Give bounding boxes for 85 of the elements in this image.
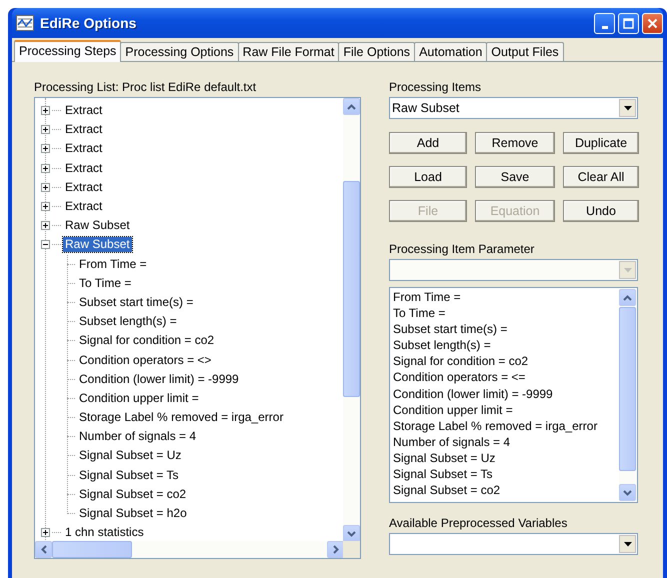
- expand-icon[interactable]: [41, 221, 50, 230]
- action-button[interactable]: Undo: [563, 200, 639, 222]
- tab[interactable]: Automation: [414, 42, 488, 61]
- tab[interactable]: Raw File Format: [238, 42, 340, 61]
- scroll-left-button[interactable]: [35, 541, 52, 558]
- tree-item[interactable]: Raw Subset: [63, 237, 132, 252]
- available-variables-label: Available Preprocessed Variables: [389, 516, 568, 530]
- dropdown-arrow-icon: [624, 106, 632, 110]
- tab[interactable]: Output Files: [486, 42, 564, 61]
- tree-item[interactable]: Signal for condition = co2: [77, 333, 216, 348]
- parameter-line: From Time =: [393, 289, 462, 306]
- parameter-label: Processing Item Parameter: [389, 242, 536, 256]
- parameter-line: Subset start time(s) =: [393, 321, 508, 338]
- app-icon: [16, 15, 34, 31]
- parameter-line: Subset length(s) =: [393, 337, 492, 354]
- expand-icon[interactable]: [41, 106, 50, 116]
- parameter-line: Signal for condition = co2: [393, 353, 530, 370]
- tree-item[interactable]: Extract: [63, 160, 104, 176]
- tree-item[interactable]: Extract: [63, 103, 104, 118]
- tree-item[interactable]: 1 chn statistics: [63, 525, 146, 540]
- tree-item[interactable]: Extract: [63, 141, 104, 156]
- expand-icon[interactable]: [41, 202, 50, 212]
- tree-item[interactable]: Signal Subset = Ts: [77, 468, 181, 483]
- tree-item[interactable]: Extract: [63, 199, 104, 214]
- dropdown-arrow-icon: [624, 542, 632, 546]
- processing-list-label: Processing List: Proc list EdiRe default.txt: [34, 80, 258, 94]
- maximize-button[interactable]: [618, 12, 639, 34]
- tree-item[interactable]: Subset start time(s) =: [77, 294, 196, 310]
- tree-item[interactable]: Signal Subset = h2o: [77, 506, 189, 522]
- parameter-line: Condition operators = <=: [393, 369, 526, 386]
- scrollbar-thumb[interactable]: [343, 181, 360, 397]
- parameter-line: Signal Subset = Ts: [393, 466, 494, 482]
- parameter-line: Condition (lower limit) = -9999: [393, 386, 554, 402]
- tree-item[interactable]: Raw Subset: [63, 218, 132, 234]
- parameter-line: Signal Subset = co2: [393, 482, 502, 498]
- tree-item[interactable]: To Time =: [77, 276, 134, 291]
- expand-icon[interactable]: [41, 125, 50, 134]
- dropdown-arrow-icon: [624, 268, 632, 272]
- expand-icon[interactable]: [41, 182, 50, 192]
- parameter-line: Storage Label % removed = irga_error: [393, 418, 598, 434]
- tree-item[interactable]: Condition (lower limit) = -9999: [77, 372, 241, 387]
- tree-item[interactable]: Signal Subset = Uz: [77, 448, 184, 464]
- processing-items-dropdown[interactable]: Raw Subset: [389, 97, 638, 119]
- close-button[interactable]: [642, 12, 663, 34]
- tree-item[interactable]: From Time =: [77, 256, 149, 272]
- action-button[interactable]: Remove: [475, 132, 555, 154]
- expand-icon[interactable]: [41, 144, 50, 154]
- close-icon: [647, 18, 658, 28]
- variables-dropdown[interactable]: [389, 533, 638, 555]
- scrollbar-corner: [343, 541, 360, 558]
- action-button[interactable]: Add: [389, 132, 467, 154]
- tree-item[interactable]: Extract: [63, 122, 104, 138]
- scroll-down-button[interactable]: [343, 525, 360, 542]
- tree-item[interactable]: Signal Subset = co2: [77, 486, 188, 502]
- parameter-line: Number of signals = 4: [393, 434, 512, 450]
- tree-item[interactable]: Subset length(s) =: [77, 314, 179, 330]
- collapse-icon[interactable]: [41, 240, 50, 250]
- parameter-line: Condition upper limit =: [393, 402, 514, 418]
- parameter-line: Signal Subset = Uz: [393, 450, 496, 466]
- scrollbar-thumb[interactable]: [52, 541, 132, 558]
- tree-item[interactable]: Number of signals = 4: [77, 429, 198, 444]
- tab[interactable]: Processing Steps: [14, 40, 122, 62]
- action-button[interactable]: Load: [389, 166, 467, 188]
- tree-item[interactable]: Extract: [63, 180, 104, 195]
- scroll-up-button[interactable]: [619, 289, 636, 306]
- tree-item[interactable]: Storage Label % removed = irga_error: [77, 410, 286, 426]
- maximize-icon: [623, 18, 634, 28]
- tree-item[interactable]: Condition operators = <>: [77, 352, 214, 368]
- window-title: EdiRe Options: [40, 14, 136, 33]
- processing-items-label: Processing Items: [389, 80, 482, 94]
- minimize-button[interactable]: [594, 12, 615, 34]
- expand-icon[interactable]: [41, 528, 50, 538]
- scroll-right-button[interactable]: [327, 541, 344, 558]
- action-button[interactable]: Clear All: [563, 166, 639, 188]
- minimize-icon: [602, 26, 608, 28]
- scroll-down-button[interactable]: [619, 484, 636, 501]
- tab[interactable]: Processing Options: [120, 42, 239, 61]
- scrollbar-thumb[interactable]: [619, 307, 636, 471]
- tree-item[interactable]: Condition upper limit =: [77, 390, 201, 406]
- tab[interactable]: File Options: [338, 42, 416, 61]
- scroll-up-button[interactable]: [343, 98, 360, 115]
- expand-icon[interactable]: [41, 164, 50, 173]
- action-button[interactable]: Duplicate: [563, 132, 639, 154]
- action-button[interactable]: Save: [475, 166, 555, 188]
- parameter-line: To Time =: [393, 305, 446, 322]
